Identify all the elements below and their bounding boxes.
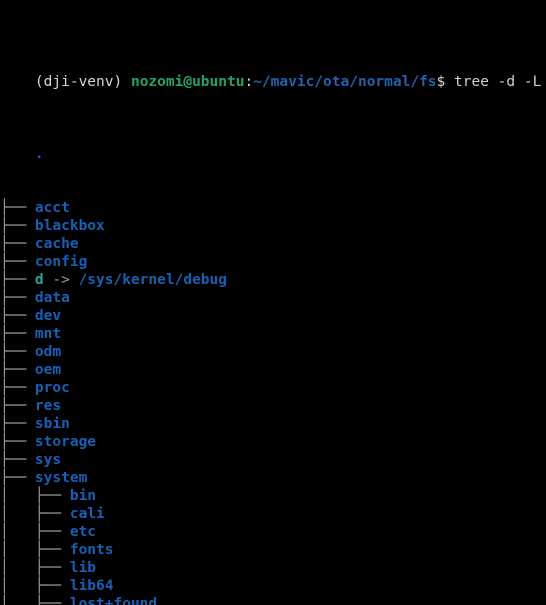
directory-name[interactable]: system: [35, 470, 87, 486]
tree-branch-connector: ├──: [34, 542, 70, 558]
tree-entry: ├── acct: [0, 199, 546, 217]
directory-name[interactable]: proc: [35, 380, 70, 396]
tree-entry: ├── config: [0, 253, 546, 271]
tree-entry: ├── proc: [0, 379, 546, 397]
directory-name[interactable]: sbin: [35, 416, 70, 432]
directory-name[interactable]: mnt: [35, 326, 61, 342]
tree-branch-connector: ├──: [34, 578, 70, 594]
directory-name[interactable]: data: [35, 290, 70, 306]
tree-branch-connector: ├──: [0, 290, 35, 306]
directory-name[interactable]: res: [35, 398, 61, 414]
symlink-name[interactable]: d: [35, 272, 44, 288]
directory-name[interactable]: sys: [35, 452, 61, 468]
symlink-arrow: ->: [43, 272, 79, 288]
tree-branch-connector: ├──: [0, 308, 35, 324]
tree-entry: │ ├── cali: [0, 505, 546, 523]
tree-branch-connector: ├──: [0, 362, 35, 378]
directory-name[interactable]: lib: [70, 560, 96, 576]
directory-name[interactable]: acct: [35, 200, 70, 216]
prompt-user-host: nozomi@ubuntu: [130, 74, 245, 90]
tree-branch-connector: ├──: [34, 596, 70, 605]
command-input[interactable]: tree -d -L 2: [454, 74, 546, 90]
tree-entry: │ ├── lost+found: [0, 595, 546, 605]
directory-name[interactable]: config: [35, 254, 87, 270]
tree-branch-connector: ├──: [0, 470, 35, 486]
tree-entry: ├── blackbox: [0, 217, 546, 235]
tree-entry: ├── dev: [0, 307, 546, 325]
tree-branch-connector: ├──: [34, 524, 70, 540]
tree-branch-connector: ├──: [0, 218, 35, 234]
tree-entry: ├── res: [0, 397, 546, 415]
tree-branch-connector: ├──: [34, 560, 70, 576]
tree-indent-guide: │: [0, 506, 35, 522]
tree-branch-connector: ├──: [0, 434, 35, 450]
tree-entry: ├── cache: [0, 235, 546, 253]
virtualenv-indicator: (dji-venv): [34, 74, 123, 90]
directory-name[interactable]: cache: [35, 236, 79, 252]
tree-branch-connector: ├──: [0, 416, 35, 432]
tree-indent-guide: │: [0, 560, 35, 576]
directory-name[interactable]: storage: [35, 434, 96, 450]
tree-indent-guide: │: [0, 524, 35, 540]
prompt-working-directory: ~/mavic/ota/normal/fs: [253, 74, 437, 90]
directory-name[interactable]: oem: [35, 362, 61, 378]
tree-entry: ├── storage: [0, 433, 546, 451]
directory-name[interactable]: cali: [70, 506, 105, 522]
tree-branch-connector: ├──: [34, 506, 70, 522]
tree-entry: │ ├── lib: [0, 559, 546, 577]
tree-entry: ├── sys: [0, 451, 546, 469]
tree-branch-connector: ├──: [0, 254, 35, 270]
prompt-space-1: [122, 74, 131, 90]
shell-prompt-line: (dji-venv) nozomi@ubuntu:~/mavic/ota/nor…: [0, 54, 546, 90]
prompt-space-2: [445, 74, 454, 90]
tree-entry: ├── d -> /sys/kernel/debug: [0, 271, 546, 289]
tree-indent-guide: │: [0, 596, 35, 605]
tree-branch-connector: ├──: [0, 200, 35, 216]
tree-entry: ├── data: [0, 289, 546, 307]
symlink-target[interactable]: /sys/kernel/debug: [79, 272, 227, 288]
tree-entry: │ ├── lib64: [0, 577, 546, 595]
tree-entry: ├── mnt: [0, 325, 546, 343]
tree-branch-connector: ├──: [0, 452, 35, 468]
directory-name[interactable]: fonts: [70, 542, 114, 558]
tree-entry: ├── oem: [0, 361, 546, 379]
tree-entry: │ ├── fonts: [0, 541, 546, 559]
prompt-dollar-sign: $: [436, 74, 446, 90]
directory-name[interactable]: lost+found: [70, 596, 157, 605]
tree-root-line: .: [0, 127, 546, 162]
tree-entry: │ ├── etc: [0, 523, 546, 541]
directory-name[interactable]: blackbox: [35, 218, 105, 234]
tree-indent-guide: │: [0, 542, 35, 558]
directory-name[interactable]: odm: [35, 344, 61, 360]
tree-root-label: .: [34, 146, 44, 162]
tree-branch-connector: ├──: [0, 272, 35, 288]
tree-branch-connector: ├──: [0, 326, 35, 342]
terminal-window[interactable]: (dji-venv) nozomi@ubuntu:~/mavic/ota/nor…: [0, 0, 546, 605]
tree-branch-connector: ├──: [0, 398, 35, 414]
directory-name[interactable]: etc: [70, 524, 96, 540]
tree-indent-guide: │: [0, 578, 35, 594]
directory-name[interactable]: lib64: [70, 578, 114, 594]
prompt-separator: :: [244, 74, 254, 90]
tree-entry: ├── sbin: [0, 415, 546, 433]
tree-entry: │ ├── bin: [0, 487, 546, 505]
tree-branch-connector: ├──: [34, 488, 70, 504]
tree-branch-connector: ├──: [0, 344, 35, 360]
tree-output: ├── acct ├── blackbox ├── cache ├── config ├…: [0, 199, 546, 605]
tree-entry: ├── odm: [0, 343, 546, 361]
tree-branch-connector: ├──: [0, 380, 35, 396]
directory-name[interactable]: bin: [70, 488, 96, 504]
tree-branch-connector: ├──: [0, 236, 35, 252]
tree-indent-guide: │: [0, 488, 35, 504]
tree-entry: ├── system: [0, 469, 546, 487]
directory-name[interactable]: dev: [35, 308, 61, 324]
